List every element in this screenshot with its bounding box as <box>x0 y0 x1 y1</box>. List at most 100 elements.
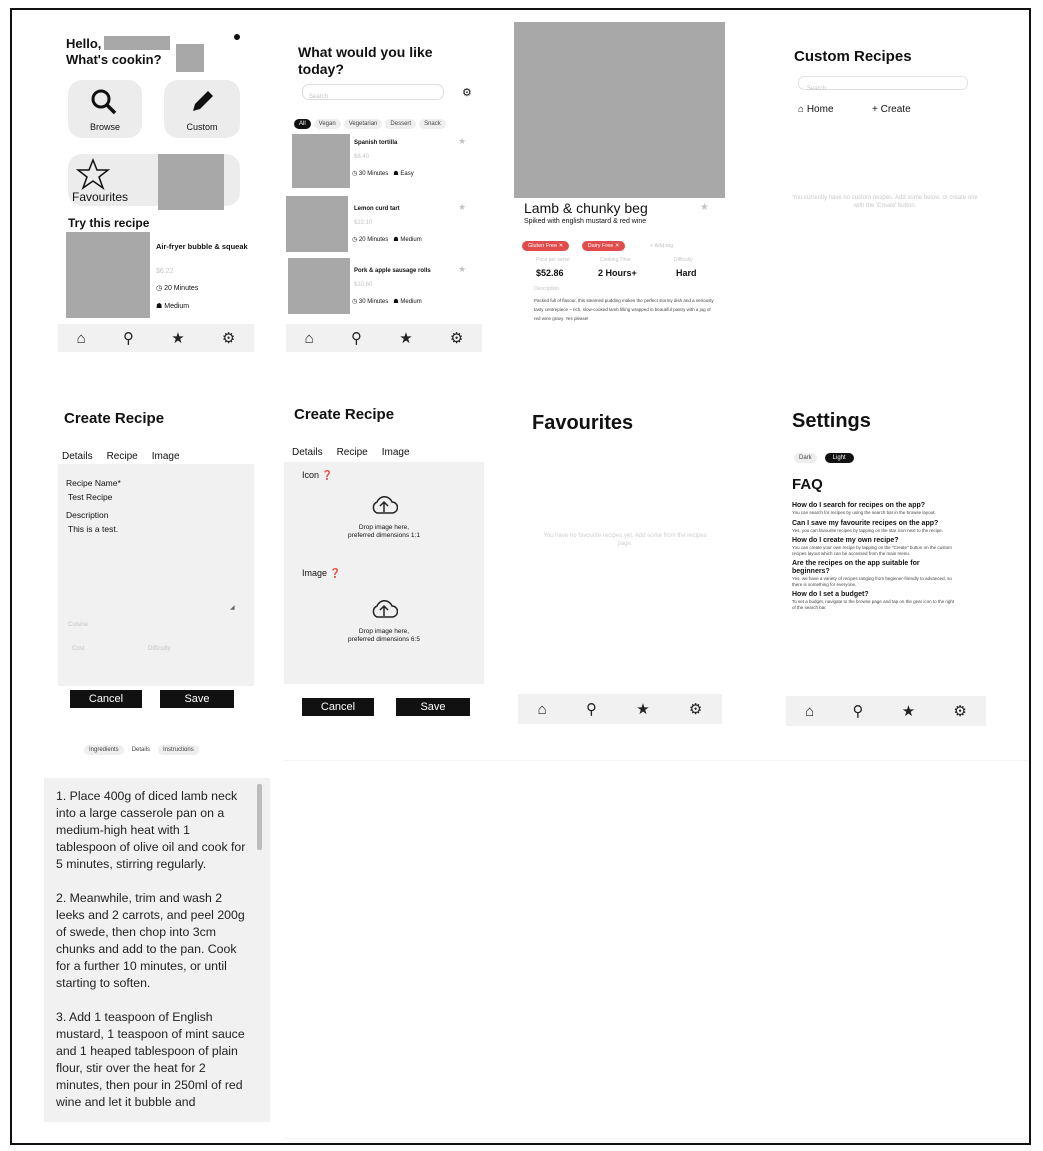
cancel-button[interactable]: Cancel <box>302 698 374 716</box>
tab-instructions[interactable]: Instructions <box>158 745 199 755</box>
chef-hat-icon: ☗ <box>393 299 399 305</box>
add-tag-button[interactable]: + Add tag <box>650 243 673 249</box>
faq-question[interactable]: How do I set a budget? <box>792 591 958 599</box>
filter-dessert[interactable]: Dessert <box>385 119 417 129</box>
tab-image[interactable]: Image <box>152 451 180 462</box>
tab-image[interactable]: Image <box>382 447 410 458</box>
favourite-star-icon[interactable]: ★ <box>700 202 709 213</box>
tag-dairy-free[interactable]: Dairy Free ✕ <box>581 241 626 251</box>
search-icon[interactable]: ⚲ <box>351 329 362 347</box>
home-button[interactable]: ⌂ Home <box>798 104 834 115</box>
custom-title: Custom Recipes <box>794 48 912 65</box>
recipe-time: ◷ 20 Minutes <box>156 284 198 292</box>
search-input[interactable]: Search <box>302 84 444 100</box>
create-button[interactable]: + Create <box>872 104 911 115</box>
light-theme-button[interactable]: Light <box>824 453 854 463</box>
tab-details[interactable]: Details <box>62 451 93 462</box>
recipe-card[interactable]: Spanish tortilla $8.40 ◷ 30 Minutes ☗ Ea… <box>286 134 476 192</box>
browse-tile[interactable]: Browse <box>68 80 142 138</box>
search-icon[interactable]: ⚲ <box>123 329 134 347</box>
home-icon[interactable]: ⌂ <box>538 701 547 718</box>
search-icon <box>91 89 117 115</box>
clock-icon: ◷ <box>156 285 163 292</box>
image-dropzone[interactable]: Drop image here, preferred dimensions 6:5 <box>304 584 464 664</box>
create-title: Create Recipe <box>64 410 165 427</box>
recipe-card[interactable]: Lemon curd tart $22.10 ◷ 20 Minutes ☗ Me… <box>286 196 476 254</box>
gear-icon[interactable]: ⚙ <box>450 329 463 347</box>
recipe-price: $10.60 <box>354 282 373 288</box>
home-icon[interactable]: ⌂ <box>77 330 86 347</box>
gear-icon[interactable]: ⚙ <box>689 700 702 718</box>
save-button[interactable]: Save <box>160 690 234 708</box>
help-icon[interactable]: ❓ <box>330 568 341 578</box>
home-icon[interactable]: ⌂ <box>805 703 814 720</box>
instruction-tabs: Ingredients Details Instructions <box>84 738 202 756</box>
recipe-thumbnail <box>292 134 350 188</box>
dark-theme-button[interactable]: Dark <box>794 453 817 463</box>
tab-details[interactable]: Details <box>126 745 156 755</box>
username-placeholder <box>104 36 170 50</box>
star-icon[interactable]: ★ <box>399 329 412 347</box>
tag-label: Gluten Free <box>528 243 558 249</box>
resize-handle-icon[interactable]: ◢ <box>230 604 235 611</box>
search-icon[interactable]: ⚲ <box>852 702 863 720</box>
faq-question[interactable]: How do I search for recipes on the app? <box>792 502 958 510</box>
tab-details[interactable]: Details <box>292 447 323 458</box>
recipe-subtitle: Spiked with english mustard & red wine <box>524 218 647 225</box>
filter-snack[interactable]: Snack <box>419 119 446 129</box>
empty-state-text: You currently have no custom recipes. Ad… <box>792 195 978 209</box>
star-icon[interactable]: ★ <box>902 702 915 720</box>
greeting: Hello, <box>66 36 102 51</box>
custom-label: Custom <box>186 122 218 132</box>
recipe-hero-image <box>514 22 725 198</box>
favourite-star-icon[interactable]: ★ <box>458 202 466 213</box>
icon-dropzone[interactable]: Drop image here, preferred dimensions 1:1 <box>304 486 464 554</box>
tag-gluten-free[interactable]: Gluten Free ✕ <box>522 241 570 251</box>
favourites-tile[interactable]: Favourites <box>68 154 240 210</box>
star-icon[interactable]: ★ <box>171 329 184 347</box>
info-icon[interactable] <box>234 34 240 40</box>
cuisine-field[interactable]: Cuisine <box>68 622 88 628</box>
favourites-empty-text: You have no favourite recipes yet. Add s… <box>543 533 707 547</box>
cancel-button[interactable]: Cancel <box>70 690 142 708</box>
description-field[interactable]: This is a test. <box>68 524 244 610</box>
tab-recipe[interactable]: Recipe <box>107 451 138 462</box>
tab-recipe[interactable]: Recipe <box>337 447 368 458</box>
faq-question[interactable]: How do I create my own recipe? <box>792 537 958 545</box>
search-icon[interactable]: ⚲ <box>586 700 597 718</box>
favourite-star-icon[interactable]: ★ <box>458 264 466 275</box>
help-icon[interactable]: ❓ <box>322 470 333 480</box>
recipe-name[interactable]: Air-fryer bubble & squeak <box>156 242 256 251</box>
filter-vegetarian[interactable]: Vegetarian <box>343 119 383 129</box>
time-value: 2 Hours+ <box>598 268 637 278</box>
subtitle: What's cookin? <box>66 52 162 67</box>
cost-field[interactable]: Cost <box>72 646 84 652</box>
filter-all[interactable]: All <box>294 119 311 129</box>
custom-search-input[interactable]: Search <box>798 76 968 92</box>
gear-icon[interactable]: ⚙ <box>953 702 966 720</box>
recipe-name-field[interactable]: Test Recipe <box>68 492 112 502</box>
recipe-thumbnail[interactable] <box>66 232 150 318</box>
step-1: 1. Place 400g of diced lamb neck into a … <box>56 789 246 871</box>
chef-hat-icon: ☗ <box>156 303 163 310</box>
home-screen: Hello, What's cookin? Browse Custom Favo… <box>58 26 258 356</box>
filter-vegan[interactable]: Vegan <box>313 119 341 129</box>
save-button[interactable]: Save <box>396 698 470 716</box>
recipe-card[interactable]: Pork & apple sausage rolls $10.60 ◷ 30 M… <box>286 258 476 316</box>
budget-gear-icon[interactable]: ⚙ <box>462 86 472 99</box>
recipe-price: $22.10 <box>354 220 373 226</box>
home-icon[interactable]: ⌂ <box>305 330 314 347</box>
difficulty-field[interactable]: Difficulty <box>148 646 171 652</box>
faq-question[interactable]: Are the recipes on the app suitable for … <box>792 560 958 576</box>
recipe-difficulty: Medium <box>400 237 422 243</box>
tab-ingredients[interactable]: Ingredients <box>84 745 124 755</box>
icon-label-text: Icon <box>302 470 320 480</box>
faq-question[interactable]: Can I save my favourite recipes on the a… <box>792 520 958 528</box>
custom-tile[interactable]: Custom <box>164 80 240 138</box>
favourite-star-icon[interactable]: ★ <box>458 136 466 147</box>
instructions-text-area[interactable]: 1. Place 400g of diced lamb neck into a … <box>44 778 270 1122</box>
star-icon[interactable]: ★ <box>636 700 649 718</box>
scrollbar-thumb[interactable] <box>257 784 262 850</box>
clock-icon: ◷ <box>352 299 358 305</box>
gear-icon[interactable]: ⚙ <box>222 329 235 347</box>
